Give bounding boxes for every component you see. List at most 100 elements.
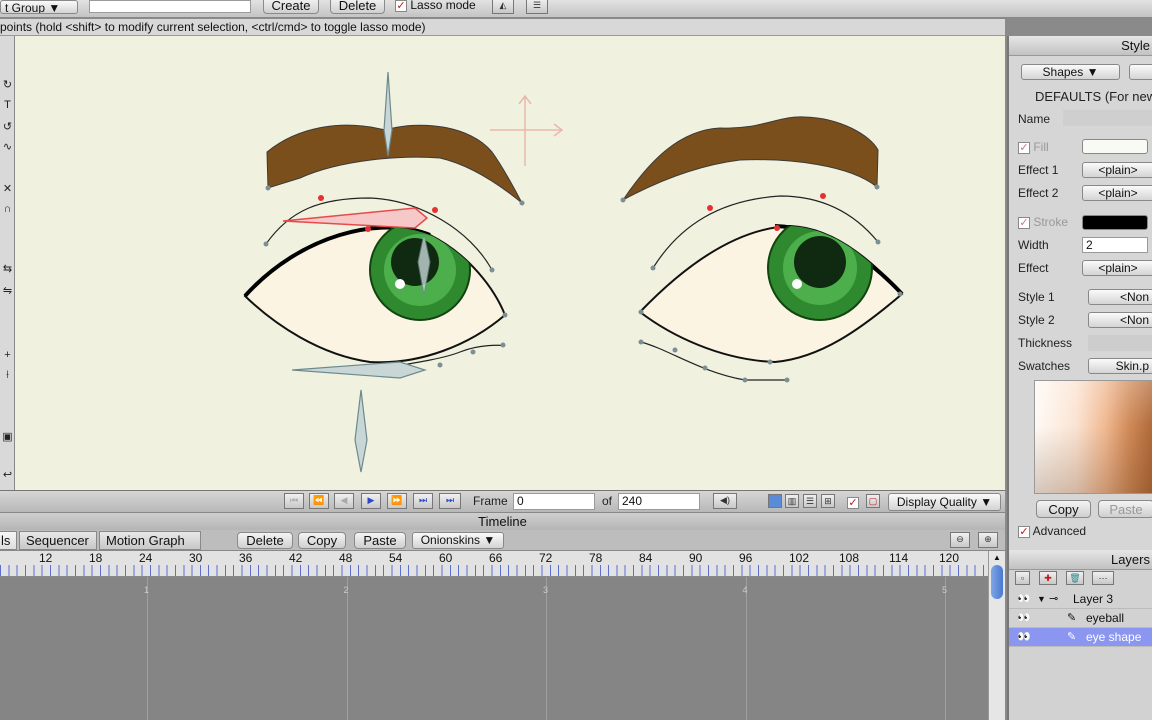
group-name-input[interactable] [89,0,251,13]
scroll-up-icon[interactable]: ▲ [991,553,1003,563]
onionskins-label: Onionskins [420,533,481,547]
eye-icon[interactable]: 👀 [1017,593,1031,605]
swatches-select[interactable]: Skin.p [1088,358,1152,374]
step-back-icon[interactable]: ⏪ [309,493,329,509]
total-frames-input[interactable]: 240 [618,493,700,510]
go-to-end-icon[interactable]: ⏭ [439,493,461,509]
create-button[interactable]: Create [263,0,319,14]
layer-row-layer3[interactable]: 👀 ▼ ⊸ Layer 3 [1009,590,1152,609]
tab-channels[interactable]: ls [0,531,17,550]
style-copy-button[interactable]: Copy [1036,500,1091,518]
frame-back-icon[interactable]: ◀ [334,493,354,509]
stroke-color-swatch[interactable] [1082,215,1148,230]
shapes-label: Shapes [1042,65,1084,79]
timeline-scrollbar[interactable]: ▲ [988,551,1005,720]
effect-select[interactable]: <plain> [1082,260,1152,276]
timeline-copy-button[interactable]: Copy [298,532,346,549]
ruler-tick-label: 12 [39,551,53,565]
advanced-checkbox[interactable]: ✓ Advanced [1018,524,1086,538]
collapse-arrow-icon[interactable]: ▼ [1037,590,1046,609]
single-view-icon[interactable] [768,494,782,508]
skin-swatch-palette[interactable] [1034,380,1152,494]
magnet-tool-icon[interactable]: ∩ [0,202,15,216]
drawing-canvas[interactable] [15,36,1005,490]
name-label: Name [1018,112,1051,126]
group-select[interactable]: t Group ▼ [0,0,78,14]
width-label: Width [1018,238,1049,252]
step-forward-icon[interactable]: ⏭ [413,493,433,509]
style-paste-button[interactable]: Paste [1098,500,1152,518]
zoom-out-icon[interactable]: ⊖ [950,532,970,548]
frame-bounds-icon[interactable]: ▢ [866,494,880,508]
swatch-shading [1035,381,1152,493]
layer-name: eye shape [1086,630,1142,644]
check-icon: ✓ [1018,216,1030,229]
timeline-paste-button[interactable]: Paste [354,532,406,549]
style1-select[interactable]: <Non [1088,289,1152,305]
thickness-field[interactable] [1088,335,1152,351]
new-layer-icon[interactable]: ▫ [1015,571,1030,585]
zoom-in-icon[interactable]: ⊕ [978,532,998,548]
layer-row-eyeball[interactable]: 👀 ✎ eyeball [1009,609,1152,628]
fill-color-swatch[interactable] [1082,139,1148,154]
quality-checkbox[interactable]: ✓ [847,495,859,509]
flip-vertical-icon[interactable]: ☰ [526,0,548,14]
hide-edge-tool-icon[interactable]: ⟊ [0,368,15,382]
eye-icon[interactable]: 👀 [1017,612,1031,624]
flip-horizontal-icon[interactable]: ◭ [492,0,514,14]
horizontal-split-icon[interactable]: ☰ [803,494,817,508]
timeline-ruler[interactable]: 12 18 24 30 36 42 48 54 60 66 72 78 84 90 96 102 108 114 1… [0,551,988,577]
second-marker-line [346,577,348,720]
quad-view-icon[interactable]: ⊞ [821,494,835,508]
effect1-select[interactable]: <plain> [1082,162,1152,178]
onionskins-select[interactable]: Onionskins ▼ [412,532,504,549]
frame-forward-icon[interactable]: ⏩ [387,493,407,509]
layer-options-icon[interactable]: ⋯ [1092,571,1114,585]
tool-strip: ↻ T ↺ ∿ ✕ ∩ ⇆ ⇋ + ⟊ ▣ ↩ [0,36,15,490]
scale-tool-icon[interactable]: ⇆ [0,262,15,276]
curvature-tool-icon[interactable]: ∿ [0,140,15,154]
layer-row-eye-shape[interactable]: 👀 ✎ eye shape [1009,628,1152,647]
rotate-tool-icon[interactable]: ↻ [0,78,15,92]
play-icon[interactable]: ▶ [361,493,381,509]
check-icon: ✓ [847,496,859,509]
lock-tool-icon[interactable]: ▣ [0,430,15,444]
fill-checkbox[interactable]: ✓ Fill [1018,140,1049,154]
display-quality-select[interactable]: Display Quality ▼ [888,493,1001,511]
translate-tool-icon[interactable]: T [0,98,15,112]
delete-point-tool-icon[interactable]: ✕ [0,182,15,196]
delete-layer-icon[interactable]: 🗑 [1066,571,1084,585]
left-pupil [391,238,439,286]
right-eyebrow [622,116,879,201]
audio-icon[interactable]: ◀) [713,493,737,509]
style2-select[interactable]: <Non [1088,312,1152,328]
delete-button[interactable]: Delete [330,0,385,14]
ruler-tick-label: 36 [239,551,253,565]
frame-input[interactable]: 0 [513,493,595,510]
tab-motion-graph[interactable]: Motion Graph [99,531,201,550]
tab-sequencer[interactable]: Sequencer [19,531,97,550]
style-extra-select[interactable] [1129,64,1152,80]
shapes-select[interactable]: Shapes ▼ [1021,64,1120,80]
effect2-label: Effect 2 [1018,186,1059,200]
width-input[interactable]: 2 [1082,237,1148,253]
second-marker-line [745,577,747,720]
shear-tool-icon[interactable]: ⇋ [0,284,15,298]
eye-icon[interactable]: 👀 [1017,631,1031,643]
lasso-mode-checkbox[interactable]: ✓ Lasso mode [395,0,476,12]
timeline-tracks[interactable]: 1 2 3 4 5 [0,577,988,720]
go-to-start-icon[interactable]: ⏮ [284,493,304,509]
stroke-checkbox[interactable]: ✓ Stroke [1018,215,1068,229]
bend-tool-icon[interactable]: ↺ [0,120,15,134]
scroll-thumb[interactable] [991,565,1003,599]
of-label: of [602,494,613,508]
timeline-delete-button[interactable]: Delete [237,532,293,549]
ruler-tick-label: 54 [389,551,403,565]
undo-tool-icon[interactable]: ↩ [0,468,15,482]
effect2-select[interactable]: <plain> [1082,185,1152,201]
style2-label: Style 2 [1018,313,1055,327]
name-field[interactable] [1063,110,1152,126]
add-point-tool-icon[interactable]: + [0,348,15,362]
duplicate-layer-icon[interactable]: ✚ [1039,571,1057,585]
split-view-icon[interactable]: ▥ [785,494,799,508]
